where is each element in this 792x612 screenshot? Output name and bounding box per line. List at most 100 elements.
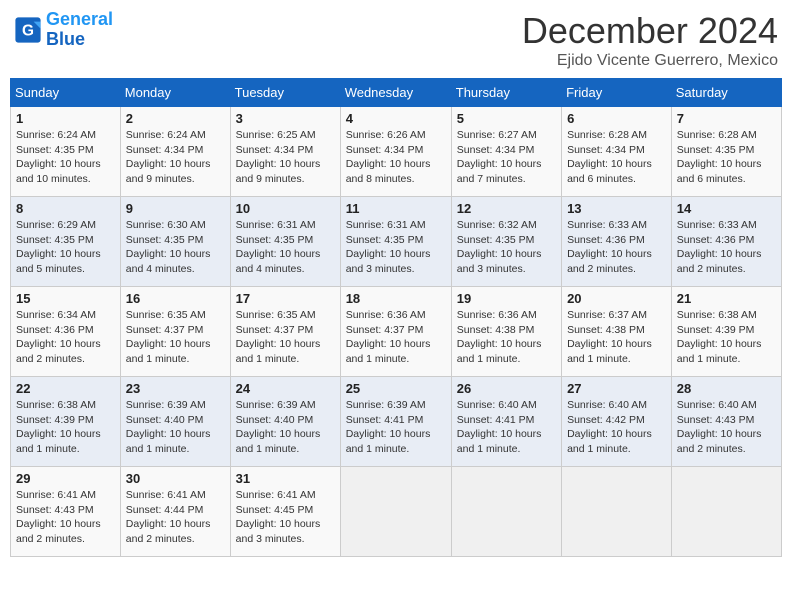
day-info: Sunrise: 6:35 AM Sunset: 4:37 PM Dayligh… bbox=[126, 308, 225, 367]
calendar-header-row: SundayMondayTuesdayWednesdayThursdayFrid… bbox=[11, 79, 782, 107]
day-number: 5 bbox=[457, 111, 556, 126]
calendar-cell: 23Sunrise: 6:39 AM Sunset: 4:40 PM Dayli… bbox=[120, 377, 230, 467]
day-of-week-header: Thursday bbox=[451, 79, 561, 107]
calendar-cell bbox=[451, 467, 561, 557]
day-info: Sunrise: 6:38 AM Sunset: 4:39 PM Dayligh… bbox=[677, 308, 776, 367]
calendar-cell: 3 Sunrise: 6:25 AM Sunset: 4:34 PM Daylig… bbox=[230, 107, 340, 197]
day-info: Sunrise: 6:24 AM Sunset: 4:34 PM Dayligh… bbox=[126, 128, 225, 187]
day-number: 22 bbox=[16, 381, 115, 396]
day-info: Sunrise: 6:40 AM Sunset: 4:41 PM Dayligh… bbox=[457, 398, 556, 457]
logo-line1: General bbox=[46, 9, 113, 29]
day-number: 17 bbox=[236, 291, 335, 306]
calendar-week-row: 1 Sunrise: 6:24 AM Sunset: 4:35 PM Daylig… bbox=[11, 107, 782, 197]
calendar-cell: 4 Sunrise: 6:26 AM Sunset: 4:34 PM Daylig… bbox=[340, 107, 451, 197]
day-info: Sunrise: 6:32 AM Sunset: 4:35 PM Dayligh… bbox=[457, 218, 556, 277]
day-number: 23 bbox=[126, 381, 225, 396]
day-number: 13 bbox=[567, 201, 666, 216]
day-number: 3 bbox=[236, 111, 335, 126]
month-title: December 2024 bbox=[522, 10, 778, 52]
day-number: 10 bbox=[236, 201, 335, 216]
day-info: Sunrise: 6:39 AM Sunset: 4:40 PM Dayligh… bbox=[236, 398, 335, 457]
day-of-week-header: Wednesday bbox=[340, 79, 451, 107]
calendar-week-row: 29Sunrise: 6:41 AM Sunset: 4:43 PM Dayli… bbox=[11, 467, 782, 557]
day-info: Sunrise: 6:28 AM Sunset: 4:35 PM Dayligh… bbox=[677, 128, 776, 187]
day-number: 9 bbox=[126, 201, 225, 216]
calendar-cell: 7 Sunrise: 6:28 AM Sunset: 4:35 PM Daylig… bbox=[671, 107, 781, 197]
day-of-week-header: Sunday bbox=[11, 79, 121, 107]
day-number: 19 bbox=[457, 291, 556, 306]
day-number: 2 bbox=[126, 111, 225, 126]
day-info: Sunrise: 6:33 AM Sunset: 4:36 PM Dayligh… bbox=[567, 218, 666, 277]
logo-text: General Blue bbox=[46, 10, 113, 50]
day-number: 1 bbox=[16, 111, 115, 126]
day-info: Sunrise: 6:41 AM Sunset: 4:45 PM Dayligh… bbox=[236, 488, 335, 547]
calendar-cell: 9Sunrise: 6:30 AM Sunset: 4:35 PM Daylig… bbox=[120, 197, 230, 287]
day-number: 8 bbox=[16, 201, 115, 216]
calendar-cell: 21 Sunrise: 6:38 AM Sunset: 4:39 PM Dayli… bbox=[671, 287, 781, 377]
day-number: 20 bbox=[567, 291, 666, 306]
day-number: 18 bbox=[346, 291, 446, 306]
day-number: 31 bbox=[236, 471, 335, 486]
calendar-cell: 5 Sunrise: 6:27 AM Sunset: 4:34 PM Daylig… bbox=[451, 107, 561, 197]
calendar-cell bbox=[671, 467, 781, 557]
calendar-cell: 2 Sunrise: 6:24 AM Sunset: 4:34 PM Daylig… bbox=[120, 107, 230, 197]
calendar-table: SundayMondayTuesdayWednesdayThursdayFrid… bbox=[10, 78, 782, 557]
day-info: Sunrise: 6:35 AM Sunset: 4:37 PM Dayligh… bbox=[236, 308, 335, 367]
day-info: Sunrise: 6:40 AM Sunset: 4:42 PM Dayligh… bbox=[567, 398, 666, 457]
calendar-cell: 28Sunrise: 6:40 AM Sunset: 4:43 PM Dayli… bbox=[671, 377, 781, 467]
day-number: 21 bbox=[677, 291, 776, 306]
day-info: Sunrise: 6:41 AM Sunset: 4:44 PM Dayligh… bbox=[126, 488, 225, 547]
calendar-cell: 18Sunrise: 6:36 AM Sunset: 4:37 PM Dayli… bbox=[340, 287, 451, 377]
day-of-week-header: Saturday bbox=[671, 79, 781, 107]
day-info: Sunrise: 6:27 AM Sunset: 4:34 PM Dayligh… bbox=[457, 128, 556, 187]
day-info: Sunrise: 6:25 AM Sunset: 4:34 PM Dayligh… bbox=[236, 128, 335, 187]
day-number: 27 bbox=[567, 381, 666, 396]
calendar-cell: 31 Sunrise: 6:41 AM Sunset: 4:45 PM Dayli… bbox=[230, 467, 340, 557]
calendar-week-row: 15Sunrise: 6:34 AM Sunset: 4:36 PM Dayli… bbox=[11, 287, 782, 377]
page-header: G General Blue December 2024 Ejido Vicen… bbox=[10, 10, 782, 70]
calendar-week-row: 8Sunrise: 6:29 AM Sunset: 4:35 PM Daylig… bbox=[11, 197, 782, 287]
svg-text:G: G bbox=[22, 22, 34, 39]
location: Ejido Vicente Guerrero, Mexico bbox=[522, 52, 778, 70]
calendar-cell: 26Sunrise: 6:40 AM Sunset: 4:41 PM Dayli… bbox=[451, 377, 561, 467]
calendar-cell: 24 Sunrise: 6:39 AM Sunset: 4:40 PM Dayli… bbox=[230, 377, 340, 467]
calendar-cell: 30Sunrise: 6:41 AM Sunset: 4:44 PM Dayli… bbox=[120, 467, 230, 557]
calendar-cell: 14 Sunrise: 6:33 AM Sunset: 4:36 PM Dayli… bbox=[671, 197, 781, 287]
calendar-cell: 6Sunrise: 6:28 AM Sunset: 4:34 PM Daylig… bbox=[562, 107, 672, 197]
day-number: 7 bbox=[677, 111, 776, 126]
day-info: Sunrise: 6:26 AM Sunset: 4:34 PM Dayligh… bbox=[346, 128, 446, 187]
day-info: Sunrise: 6:41 AM Sunset: 4:43 PM Dayligh… bbox=[16, 488, 115, 547]
calendar-cell: 20Sunrise: 6:37 AM Sunset: 4:38 PM Dayli… bbox=[562, 287, 672, 377]
calendar-cell: 1 Sunrise: 6:24 AM Sunset: 4:35 PM Daylig… bbox=[11, 107, 121, 197]
calendar-cell: 12Sunrise: 6:32 AM Sunset: 4:35 PM Dayli… bbox=[451, 197, 561, 287]
calendar-cell: 15Sunrise: 6:34 AM Sunset: 4:36 PM Dayli… bbox=[11, 287, 121, 377]
logo-line2: Blue bbox=[46, 29, 85, 49]
day-number: 14 bbox=[677, 201, 776, 216]
calendar-cell: 22 Sunrise: 6:38 AM Sunset: 4:39 PM Dayli… bbox=[11, 377, 121, 467]
calendar-cell bbox=[562, 467, 672, 557]
day-info: Sunrise: 6:24 AM Sunset: 4:35 PM Dayligh… bbox=[16, 128, 115, 187]
calendar-cell: 25 Sunrise: 6:39 AM Sunset: 4:41 PM Dayli… bbox=[340, 377, 451, 467]
day-number: 6 bbox=[567, 111, 666, 126]
day-info: Sunrise: 6:33 AM Sunset: 4:36 PM Dayligh… bbox=[677, 218, 776, 277]
calendar-cell: 19Sunrise: 6:36 AM Sunset: 4:38 PM Dayli… bbox=[451, 287, 561, 377]
calendar-cell: 13 Sunrise: 6:33 AM Sunset: 4:36 PM Dayli… bbox=[562, 197, 672, 287]
day-number: 25 bbox=[346, 381, 446, 396]
calendar-cell: 8Sunrise: 6:29 AM Sunset: 4:35 PM Daylig… bbox=[11, 197, 121, 287]
day-info: Sunrise: 6:31 AM Sunset: 4:35 PM Dayligh… bbox=[346, 218, 446, 277]
day-number: 24 bbox=[236, 381, 335, 396]
calendar-cell: 27 Sunrise: 6:40 AM Sunset: 4:42 PM Dayli… bbox=[562, 377, 672, 467]
calendar-cell: 29Sunrise: 6:41 AM Sunset: 4:43 PM Dayli… bbox=[11, 467, 121, 557]
day-info: Sunrise: 6:39 AM Sunset: 4:41 PM Dayligh… bbox=[346, 398, 446, 457]
day-info: Sunrise: 6:34 AM Sunset: 4:36 PM Dayligh… bbox=[16, 308, 115, 367]
day-number: 4 bbox=[346, 111, 446, 126]
calendar-cell: 17 Sunrise: 6:35 AM Sunset: 4:37 PM Dayli… bbox=[230, 287, 340, 377]
calendar-cell: 10 Sunrise: 6:31 AM Sunset: 4:35 PM Dayli… bbox=[230, 197, 340, 287]
logo: G General Blue bbox=[14, 10, 113, 50]
calendar-cell bbox=[340, 467, 451, 557]
day-info: Sunrise: 6:31 AM Sunset: 4:35 PM Dayligh… bbox=[236, 218, 335, 277]
day-of-week-header: Friday bbox=[562, 79, 672, 107]
day-info: Sunrise: 6:38 AM Sunset: 4:39 PM Dayligh… bbox=[16, 398, 115, 457]
calendar-cell: 11Sunrise: 6:31 AM Sunset: 4:35 PM Dayli… bbox=[340, 197, 451, 287]
day-info: Sunrise: 6:40 AM Sunset: 4:43 PM Dayligh… bbox=[677, 398, 776, 457]
